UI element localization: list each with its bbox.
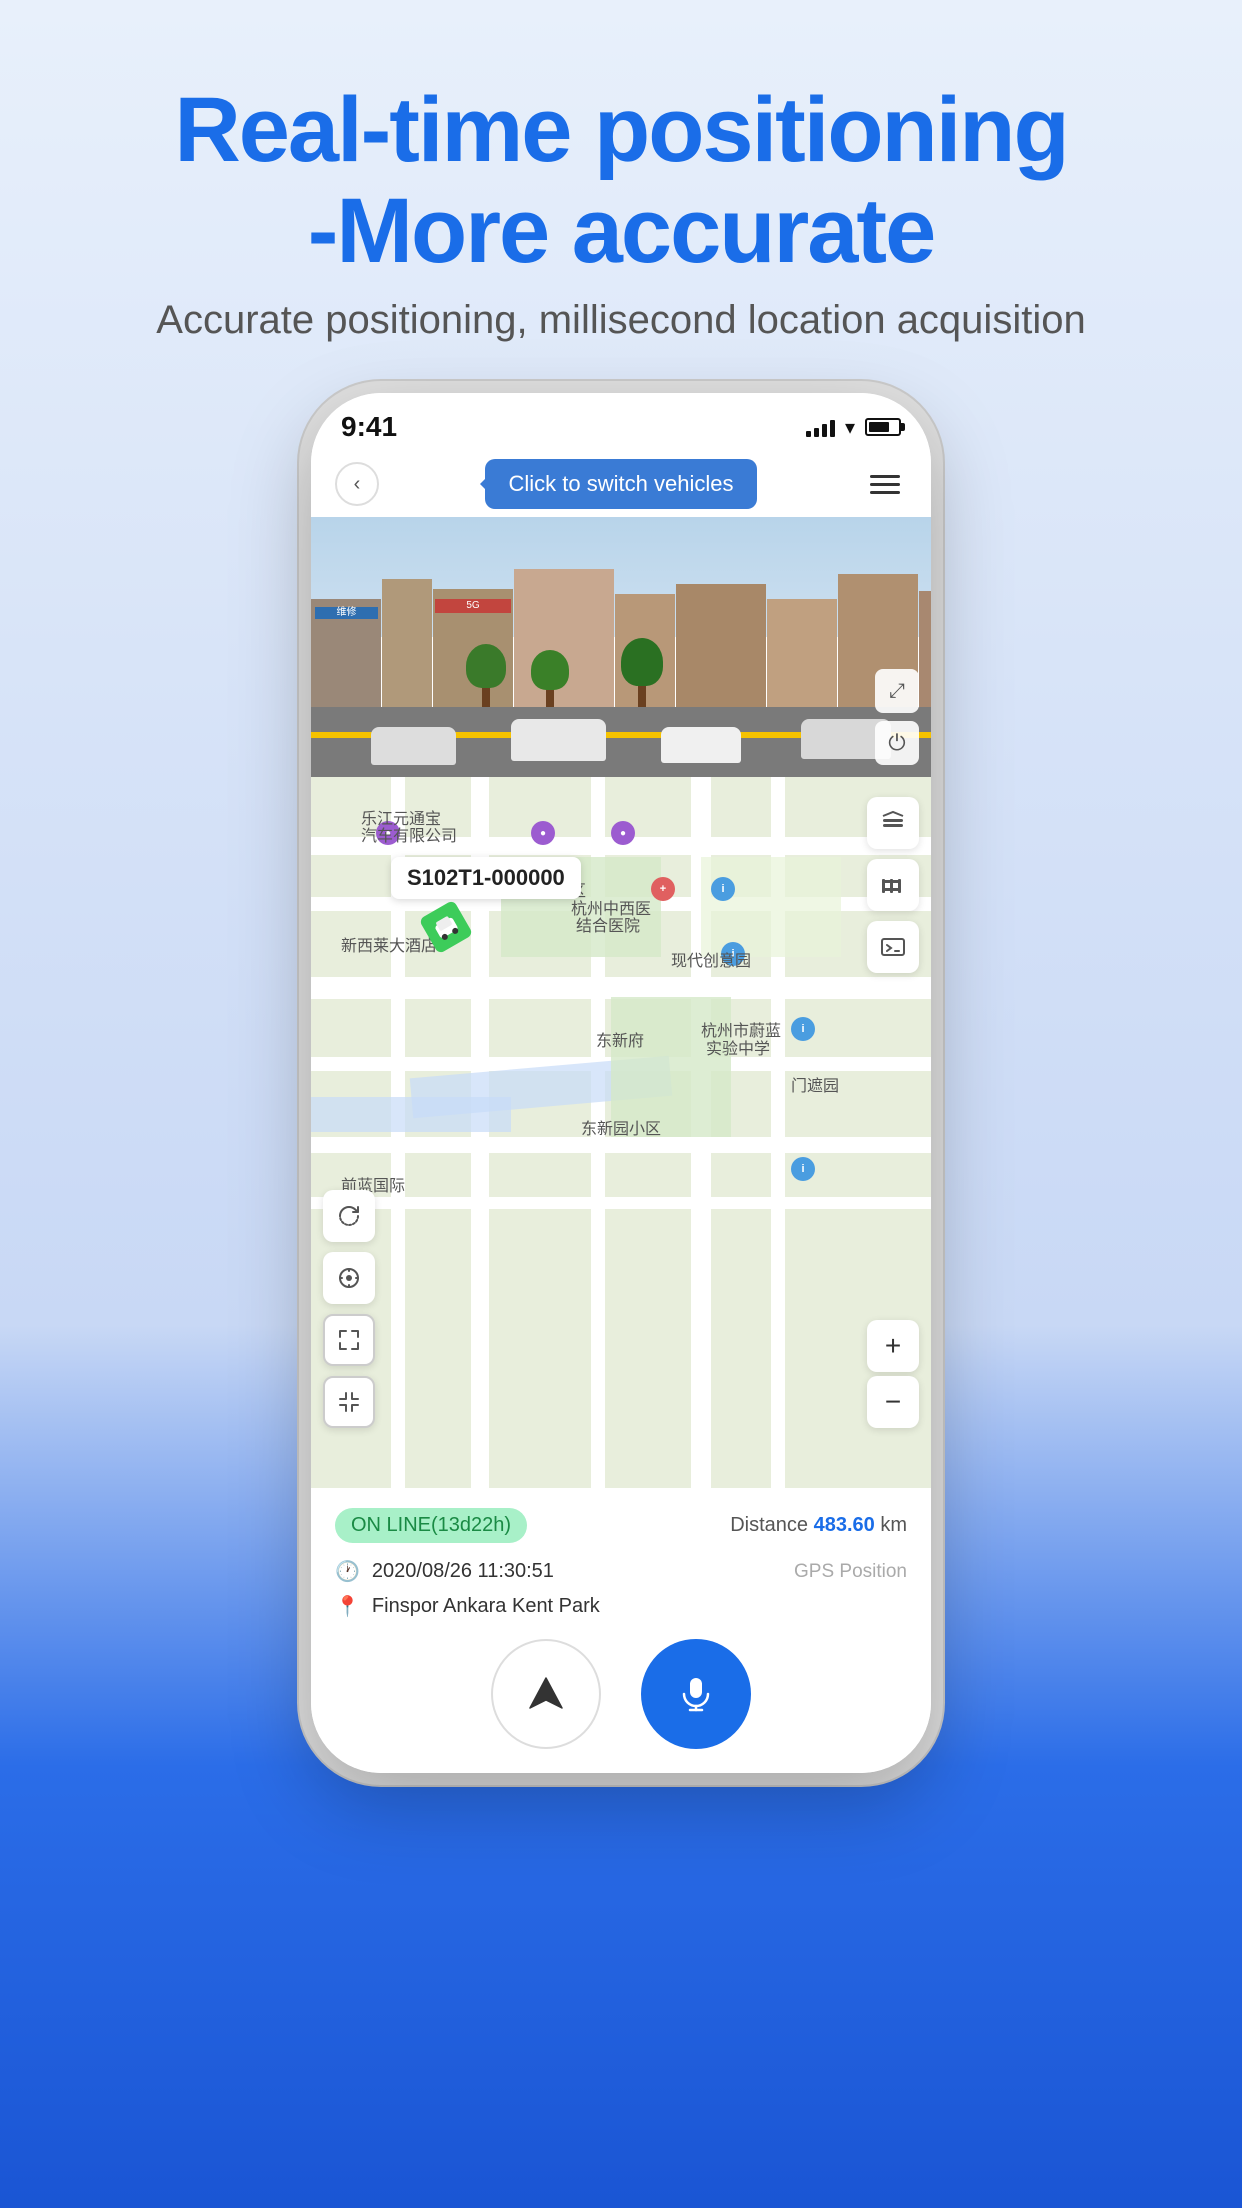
power-icon: ⏻ bbox=[888, 730, 905, 756]
zoom-in-button[interactable]: + bbox=[867, 1320, 919, 1372]
signal-icon bbox=[806, 417, 835, 437]
map-area[interactable]: ● ● ● + i i i i 乐江元通宝 汽车有限公司 新西莱大酒店 次家巷小… bbox=[311, 777, 931, 1488]
phone-frame: 9:41 ▾ ‹ Click to switch vehicles bbox=[311, 393, 931, 1773]
wifi-icon: ▾ bbox=[845, 415, 855, 440]
info-poi: i bbox=[791, 1157, 815, 1181]
location-icon bbox=[336, 1265, 362, 1291]
datetime-row: 🕐 2020/08/26 11:30:51 GPS Position bbox=[335, 1559, 907, 1584]
mic-button[interactable] bbox=[641, 1639, 751, 1749]
distance-display: Distance 483.60 km bbox=[730, 1514, 907, 1537]
mic-icon bbox=[674, 1672, 718, 1716]
layers-button[interactable] bbox=[867, 797, 919, 849]
status-bar: 9:41 ▾ bbox=[311, 393, 931, 451]
battery-icon bbox=[865, 418, 901, 436]
street-view: 维修 5G bbox=[311, 517, 931, 777]
map-label: 实验中学 bbox=[706, 1035, 770, 1059]
fence-icon bbox=[879, 871, 907, 899]
phone-mockup: 9:41 ▾ ‹ Click to switch vehicles bbox=[311, 393, 931, 1773]
menu-icon bbox=[870, 475, 900, 478]
terminal-button[interactable] bbox=[867, 921, 919, 973]
frame-shrink-button[interactable] bbox=[323, 1376, 375, 1428]
map-label: 汽车有限公司 bbox=[361, 822, 457, 846]
map-right-controls bbox=[867, 797, 919, 973]
map-label: 门遮园 bbox=[791, 1072, 839, 1096]
action-buttons bbox=[335, 1639, 907, 1757]
zoom-out-button[interactable]: − bbox=[867, 1376, 919, 1428]
frame-expand-button[interactable] bbox=[323, 1314, 375, 1366]
location-pin-icon: 📍 bbox=[335, 1594, 360, 1619]
location-button[interactable] bbox=[323, 1252, 375, 1304]
distance-value: 483.60 bbox=[814, 1514, 875, 1536]
header-section: Real-time positioning -More accurate Acc… bbox=[156, 0, 1085, 343]
subtitle-text: Accurate positioning, millisecond locati… bbox=[156, 298, 1085, 343]
map-left-controls bbox=[323, 1190, 375, 1428]
back-arrow-icon: ‹ bbox=[354, 473, 361, 496]
expand-icon: ⤢ bbox=[889, 680, 905, 703]
refresh-icon bbox=[336, 1203, 362, 1229]
main-title: Real-time positioning -More accurate bbox=[156, 80, 1085, 282]
bottom-panel: ON LINE(13d22h) Distance 483.60 km 🕐 202… bbox=[311, 1488, 931, 1773]
tree-1 bbox=[466, 644, 506, 712]
status-icons: ▾ bbox=[806, 415, 901, 440]
fence-button[interactable] bbox=[867, 859, 919, 911]
clock-icon: 🕐 bbox=[335, 1559, 360, 1584]
street-view-controls: ⤢ ⏻ bbox=[875, 669, 919, 765]
datetime-value: 2020/08/26 11:30:51 bbox=[372, 1560, 554, 1583]
tree-2 bbox=[531, 650, 569, 712]
terminal-icon bbox=[879, 933, 907, 961]
nav-bar: ‹ Click to switch vehicles bbox=[311, 451, 931, 517]
layers-icon bbox=[879, 809, 907, 837]
expand-button[interactable]: ⤢ bbox=[875, 669, 919, 713]
info-poi: i bbox=[791, 1017, 815, 1041]
map-label: 东新府 bbox=[596, 1027, 644, 1051]
map-label: 东新园小区 bbox=[581, 1115, 661, 1139]
power-button[interactable]: ⏻ bbox=[875, 721, 919, 765]
map-label: 结合医院 bbox=[576, 912, 640, 936]
tree-3 bbox=[621, 638, 663, 712]
status-time: 9:41 bbox=[341, 411, 397, 443]
location-row: 📍 Finspor Ankara Kent Park bbox=[335, 1594, 907, 1619]
navigate-icon bbox=[524, 1672, 568, 1716]
map-label: 新西莱大酒店 bbox=[341, 932, 437, 956]
menu-button[interactable] bbox=[863, 462, 907, 506]
vehicle-label: S102T1-000000 bbox=[391, 857, 581, 899]
online-badge: ON LINE(13d22h) bbox=[335, 1508, 527, 1543]
navigate-button[interactable] bbox=[491, 1639, 601, 1749]
gps-label: GPS Position bbox=[794, 1561, 907, 1583]
street-road bbox=[311, 707, 931, 777]
zoom-controls: + − bbox=[867, 1320, 919, 1428]
frame-shrink-icon bbox=[338, 1391, 360, 1413]
back-button[interactable]: ‹ bbox=[335, 462, 379, 506]
refresh-button[interactable] bbox=[323, 1190, 375, 1242]
map-label: 现代创意园 bbox=[671, 947, 751, 971]
status-row: ON LINE(13d22h) Distance 483.60 km bbox=[335, 1508, 907, 1543]
frame-expand-icon bbox=[338, 1329, 360, 1351]
switch-vehicles-tooltip[interactable]: Click to switch vehicles bbox=[485, 459, 758, 509]
location-value: Finspor Ankara Kent Park bbox=[372, 1595, 600, 1618]
